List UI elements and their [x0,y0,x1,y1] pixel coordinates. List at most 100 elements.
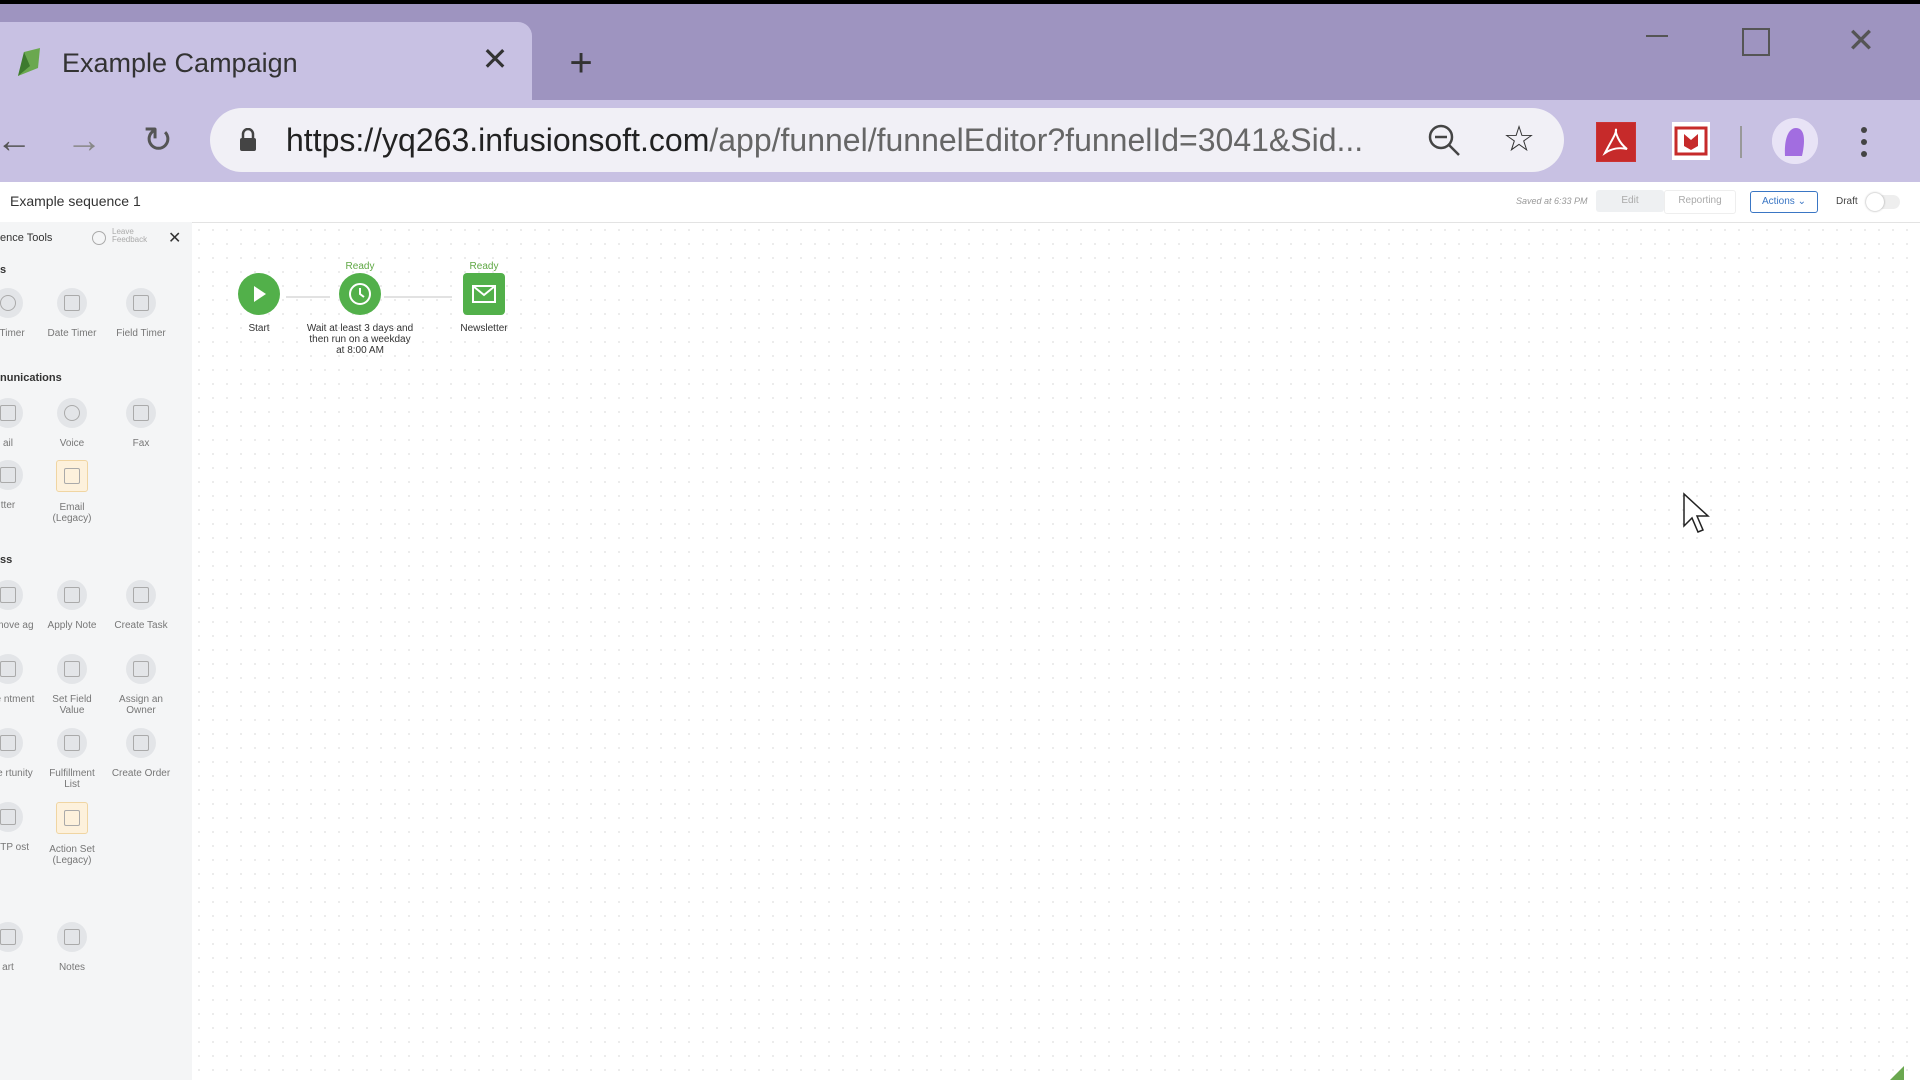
window-close-icon[interactable]: ✕ [1844,24,1878,58]
browser-tab-bar: Example Campaign ✕ + ✕ [0,4,1920,104]
node-label: Wait at least 3 days and then run on a w… [306,323,414,356]
tool-label: Date Timer [47,328,97,339]
browser-toolbar: ← → ↻ https://yq263.infusionsoft.com/app… [0,100,1920,182]
tool-notes[interactable]: Notes [42,922,102,973]
node-start[interactable]: Start [236,261,282,334]
checkbox-icon [126,580,156,610]
tool-set-field-value[interactable]: Set Field Value [42,654,102,716]
minimize-icon[interactable] [1640,24,1674,58]
zoom-out-icon[interactable] [1426,122,1462,158]
tool-action-set-legacy[interactable]: Action Set (Legacy) [42,802,102,866]
sidebar-close-icon[interactable]: ✕ [168,228,181,248]
opportunity-icon [0,728,23,758]
tag-icon [0,580,23,610]
clock-icon [0,288,23,318]
node-label: Newsletter [460,323,508,334]
tool-http-post[interactable]: HTTP ost [0,802,38,853]
field-calendar-icon [126,288,156,318]
url-path: /app/funnel/funnelEditor?funnelId=3041&S… [709,122,1364,158]
tool-label: Action Set (Legacy) [49,844,95,866]
address-bar[interactable]: https://yq263.infusionsoft.com/app/funne… [210,108,1564,172]
fax-icon [126,398,156,428]
appointment-icon [0,654,23,684]
tool-create-task[interactable]: Create Task [111,580,171,631]
phone-icon [57,398,87,428]
lock-icon [240,128,256,151]
tool-fax[interactable]: Fax [111,398,171,449]
fulfillment-icon [57,728,87,758]
sequence-canvas[interactable]: Start Ready Wait at least 3 days and the… [192,223,1920,1080]
actions-dropdown-button[interactable]: Actions ⌄ [1750,191,1818,213]
tool-remove-tag[interactable]: Remove ag [0,580,38,631]
mouse-cursor-icon [1683,492,1710,533]
tool-apply-note[interactable]: Apply Note [42,580,102,631]
tool-label: Apply Note [47,620,97,631]
sequence-name[interactable]: Example sequence 1 [10,193,141,209]
tab-reporting[interactable]: Reporting [1664,190,1736,214]
toolbar-separator [1740,126,1742,158]
screen: Example Campaign ✕ + ✕ ← → ↻ https://yq2… [0,0,1920,1080]
bookmark-star-icon[interactable]: ☆ [1500,120,1538,158]
maximize-icon[interactable] [1742,28,1770,56]
feedback-icon[interactable] [92,231,106,245]
tool-fulfillment-list[interactable]: Fulfillment List [42,728,102,790]
forward-icon[interactable]: → [62,118,106,162]
tool-letter[interactable]: tter [0,460,38,511]
node-timer[interactable]: Ready Wait at least 3 days and then run … [304,261,416,356]
leave-feedback-link[interactable]: Leave Feedback [112,228,156,244]
envelope-icon [0,398,23,428]
tool-label: Fax [132,438,150,449]
tool-label: Fulfillment List [49,768,95,790]
reload-icon[interactable]: ↻ [136,118,180,162]
tab-close-icon[interactable]: ✕ [478,42,512,76]
note-icon [57,580,87,610]
tool-delay-timer[interactable]: e Timer [0,288,38,339]
tool-field-timer[interactable]: Field Timer [111,288,171,339]
calendar-icon [57,288,87,318]
node-status [236,261,282,273]
field-value-icon [57,654,87,684]
saved-status: Saved at 6:33 PM [1516,196,1588,206]
profile-avatar-icon[interactable] [1772,118,1818,164]
pencil-icon [57,922,87,952]
tool-voice[interactable]: Voice [42,398,102,449]
tool-label: tter [0,500,16,511]
order-icon [126,728,156,758]
mcafee-shield-extension-icon[interactable] [1672,122,1710,160]
tool-label: Email (Legacy) [52,502,92,524]
tool-create-opportunity[interactable]: eate rtunity [0,728,38,779]
tool-create-appointment[interactable]: eate ntment [0,654,38,705]
tool-label: Create Order [111,768,171,779]
tool-date-timer[interactable]: Date Timer [42,288,102,339]
tool-email[interactable]: ail [0,398,38,449]
tool-label: eate rtunity [0,768,33,779]
node-label: Start [248,323,270,334]
tool-create-order[interactable]: Create Order [111,728,171,779]
action-set-icon [56,802,88,834]
section-communications: nunications [0,372,62,384]
draft-label: Draft [1836,196,1858,207]
sequence-tools-sidebar: ence Tools Leave Feedback ✕ s e Timer Da… [0,222,193,1080]
adobe-pdf-extension-icon[interactable] [1596,122,1636,162]
url-text: https://yq263.infusionsoft.com/app/funne… [286,122,1363,159]
tab-edit[interactable]: Edit [1596,190,1664,212]
envelope-legacy-icon [56,460,88,492]
new-tab-icon[interactable]: + [562,43,600,83]
tool-email-legacy[interactable]: Email (Legacy) [42,460,102,524]
url-domain: https://yq263.infusionsoft.com [286,122,710,158]
section-process: ss [0,554,13,566]
tool-start[interactable]: art [0,922,38,973]
infusionsoft-leaf-icon [18,48,40,76]
owner-icon [126,654,156,684]
clock-icon [339,273,381,315]
tool-label: eate ntment [0,694,35,705]
tool-label: Create Task [114,620,168,631]
tool-label: Remove ag [0,620,34,631]
draft-toggle[interactable] [1866,193,1900,211]
more-menu-icon[interactable] [1858,122,1870,162]
browser-tab[interactable]: Example Campaign ✕ [0,22,532,104]
back-icon[interactable]: ← [0,118,36,162]
sidebar-title: ence Tools [0,232,53,244]
tool-assign-owner[interactable]: Assign an Owner [111,654,171,716]
node-newsletter[interactable]: Ready Newsletter [456,261,512,334]
